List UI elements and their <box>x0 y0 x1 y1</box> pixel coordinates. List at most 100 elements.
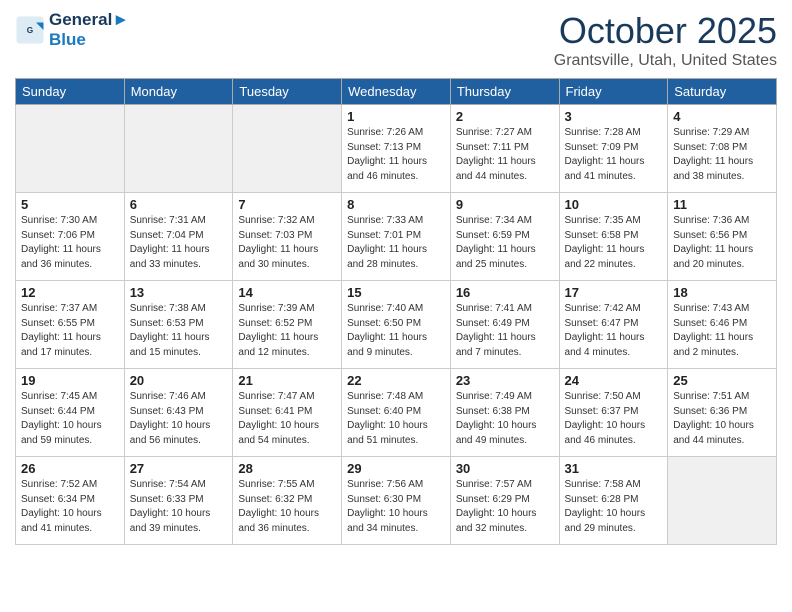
day-info: Sunrise: 7:49 AMSunset: 6:38 PMDaylight:… <box>456 390 554 448</box>
day-info: Sunrise: 7:31 AMSunset: 7:04 PMDaylight:… <box>130 214 228 272</box>
weekday-header-saturday: Saturday <box>668 79 777 105</box>
day-number: 2 <box>456 109 554 124</box>
calendar-cell: 16Sunrise: 7:41 AMSunset: 6:49 PMDayligh… <box>450 281 559 369</box>
day-info: Sunrise: 7:33 AMSunset: 7:01 PMDaylight:… <box>347 214 445 272</box>
calendar-cell: 2 Sunrise: 7:27 AMSunset: 7:11 PMDaylight… <box>450 105 559 193</box>
calendar-cell: 24 Sunrise: 7:50 AMSunset: 6:37 PMDayligh… <box>559 369 668 457</box>
weekday-header-tuesday: Tuesday <box>233 79 342 105</box>
day-number: 6 <box>130 197 228 212</box>
day-info: Sunrise: 7:39 AMSunset: 6:52 PMDaylight:… <box>238 302 336 360</box>
calendar-cell: 12Sunrise: 7:37 AMSunset: 6:55 PMDayligh… <box>16 281 125 369</box>
weekday-header-thursday: Thursday <box>450 79 559 105</box>
calendar-cell: 7 Sunrise: 7:32 AMSunset: 7:03 PMDaylight… <box>233 193 342 281</box>
day-info: Sunrise: 7:55 AMSunset: 6:32 PMDaylight:… <box>238 478 336 536</box>
title-block: October 2025 Grantsville, Utah, United S… <box>554 10 777 70</box>
calendar-cell: 1 Sunrise: 7:26 AMSunset: 7:13 PMDaylight… <box>342 105 451 193</box>
day-number: 10 <box>565 197 663 212</box>
day-info: Sunrise: 7:58 AMSunset: 6:28 PMDaylight:… <box>565 478 663 536</box>
calendar-week-1: 1 Sunrise: 7:26 AMSunset: 7:13 PMDaylight… <box>16 105 777 193</box>
calendar-cell <box>16 105 125 193</box>
calendar-cell: 25 Sunrise: 7:51 AMSunset: 6:36 PMDayligh… <box>668 369 777 457</box>
calendar-cell: 30 Sunrise: 7:57 AMSunset: 6:29 PMDayligh… <box>450 457 559 545</box>
page-header: G General► Blue October 2025 Grantsville… <box>15 10 777 70</box>
day-info: Sunrise: 7:51 AMSunset: 6:36 PMDaylight:… <box>673 390 771 448</box>
calendar-cell: 17 Sunrise: 7:42 AMSunset: 6:47 PMDayligh… <box>559 281 668 369</box>
day-info: Sunrise: 7:46 AMSunset: 6:43 PMDaylight:… <box>130 390 228 448</box>
weekday-header-sunday: Sunday <box>16 79 125 105</box>
calendar-week-3: 12Sunrise: 7:37 AMSunset: 6:55 PMDayligh… <box>16 281 777 369</box>
calendar-cell: 23Sunrise: 7:49 AMSunset: 6:38 PMDayligh… <box>450 369 559 457</box>
day-number: 11 <box>673 197 771 212</box>
day-info: Sunrise: 7:43 AMSunset: 6:46 PMDaylight:… <box>673 302 771 360</box>
day-number: 28 <box>238 461 336 476</box>
calendar-cell: 21 Sunrise: 7:47 AMSunset: 6:41 PMDayligh… <box>233 369 342 457</box>
day-info: Sunrise: 7:36 AMSunset: 6:56 PMDaylight:… <box>673 214 771 272</box>
day-number: 14 <box>238 285 336 300</box>
calendar-cell: 28 Sunrise: 7:55 AMSunset: 6:32 PMDayligh… <box>233 457 342 545</box>
day-number: 21 <box>238 373 336 388</box>
day-number: 24 <box>565 373 663 388</box>
day-number: 19 <box>21 373 119 388</box>
calendar-cell: 9Sunrise: 7:34 AMSunset: 6:59 PMDaylight… <box>450 193 559 281</box>
day-info: Sunrise: 7:35 AMSunset: 6:58 PMDaylight:… <box>565 214 663 272</box>
day-info: Sunrise: 7:48 AMSunset: 6:40 PMDaylight:… <box>347 390 445 448</box>
day-number: 20 <box>130 373 228 388</box>
day-info: Sunrise: 7:40 AMSunset: 6:50 PMDaylight:… <box>347 302 445 360</box>
day-number: 17 <box>565 285 663 300</box>
day-number: 25 <box>673 373 771 388</box>
day-number: 5 <box>21 197 119 212</box>
weekday-header-row: SundayMondayTuesdayWednesdayThursdayFrid… <box>16 79 777 105</box>
day-number: 9 <box>456 197 554 212</box>
logo: G General► Blue <box>15 10 129 50</box>
day-number: 7 <box>238 197 336 212</box>
calendar-week-5: 26Sunrise: 7:52 AMSunset: 6:34 PMDayligh… <box>16 457 777 545</box>
day-number: 18 <box>673 285 771 300</box>
calendar-cell: 19 Sunrise: 7:45 AMSunset: 6:44 PMDayligh… <box>16 369 125 457</box>
day-number: 29 <box>347 461 445 476</box>
day-number: 8 <box>347 197 445 212</box>
logo-text: General► Blue <box>49 10 129 50</box>
day-info: Sunrise: 7:54 AMSunset: 6:33 PMDaylight:… <box>130 478 228 536</box>
day-number: 22 <box>347 373 445 388</box>
day-info: Sunrise: 7:56 AMSunset: 6:30 PMDaylight:… <box>347 478 445 536</box>
day-number: 30 <box>456 461 554 476</box>
day-info: Sunrise: 7:29 AMSunset: 7:08 PMDaylight:… <box>673 126 771 184</box>
calendar-cell: 20 Sunrise: 7:46 AMSunset: 6:43 PMDayligh… <box>124 369 233 457</box>
svg-text:G: G <box>27 26 33 35</box>
page-container: G General► Blue October 2025 Grantsville… <box>0 0 792 555</box>
calendar-cell: 27Sunrise: 7:54 AMSunset: 6:33 PMDayligh… <box>124 457 233 545</box>
day-info: Sunrise: 7:30 AMSunset: 7:06 PMDaylight:… <box>21 214 119 272</box>
calendar-week-2: 5 Sunrise: 7:30 AMSunset: 7:06 PMDaylight… <box>16 193 777 281</box>
day-number: 3 <box>565 109 663 124</box>
calendar-cell: 8 Sunrise: 7:33 AMSunset: 7:01 PMDaylight… <box>342 193 451 281</box>
day-info: Sunrise: 7:45 AMSunset: 6:44 PMDaylight:… <box>21 390 119 448</box>
calendar-cell: 26Sunrise: 7:52 AMSunset: 6:34 PMDayligh… <box>16 457 125 545</box>
calendar-cell: 29 Sunrise: 7:56 AMSunset: 6:30 PMDayligh… <box>342 457 451 545</box>
calendar-cell: 6 Sunrise: 7:31 AMSunset: 7:04 PMDaylight… <box>124 193 233 281</box>
day-info: Sunrise: 7:28 AMSunset: 7:09 PMDaylight:… <box>565 126 663 184</box>
day-number: 1 <box>347 109 445 124</box>
logo-icon: G <box>15 15 45 45</box>
month-title: October 2025 <box>554 10 777 52</box>
calendar-cell: 11 Sunrise: 7:36 AMSunset: 6:56 PMDayligh… <box>668 193 777 281</box>
day-info: Sunrise: 7:37 AMSunset: 6:55 PMDaylight:… <box>21 302 119 360</box>
day-info: Sunrise: 7:27 AMSunset: 7:11 PMDaylight:… <box>456 126 554 184</box>
calendar-cell: 22 Sunrise: 7:48 AMSunset: 6:40 PMDayligh… <box>342 369 451 457</box>
day-info: Sunrise: 7:42 AMSunset: 6:47 PMDaylight:… <box>565 302 663 360</box>
location: Grantsville, Utah, United States <box>554 52 777 70</box>
day-info: Sunrise: 7:57 AMSunset: 6:29 PMDaylight:… <box>456 478 554 536</box>
day-info: Sunrise: 7:26 AMSunset: 7:13 PMDaylight:… <box>347 126 445 184</box>
day-info: Sunrise: 7:38 AMSunset: 6:53 PMDaylight:… <box>130 302 228 360</box>
day-info: Sunrise: 7:32 AMSunset: 7:03 PMDaylight:… <box>238 214 336 272</box>
calendar-cell <box>668 457 777 545</box>
calendar-cell: 5 Sunrise: 7:30 AMSunset: 7:06 PMDaylight… <box>16 193 125 281</box>
calendar-table: SundayMondayTuesdayWednesdayThursdayFrid… <box>15 78 777 545</box>
weekday-header-monday: Monday <box>124 79 233 105</box>
calendar-cell: 14 Sunrise: 7:39 AMSunset: 6:52 PMDayligh… <box>233 281 342 369</box>
calendar-cell: 31Sunrise: 7:58 AMSunset: 6:28 PMDayligh… <box>559 457 668 545</box>
day-info: Sunrise: 7:50 AMSunset: 6:37 PMDaylight:… <box>565 390 663 448</box>
day-number: 26 <box>21 461 119 476</box>
day-info: Sunrise: 7:47 AMSunset: 6:41 PMDaylight:… <box>238 390 336 448</box>
day-number: 4 <box>673 109 771 124</box>
calendar-cell: 13Sunrise: 7:38 AMSunset: 6:53 PMDayligh… <box>124 281 233 369</box>
